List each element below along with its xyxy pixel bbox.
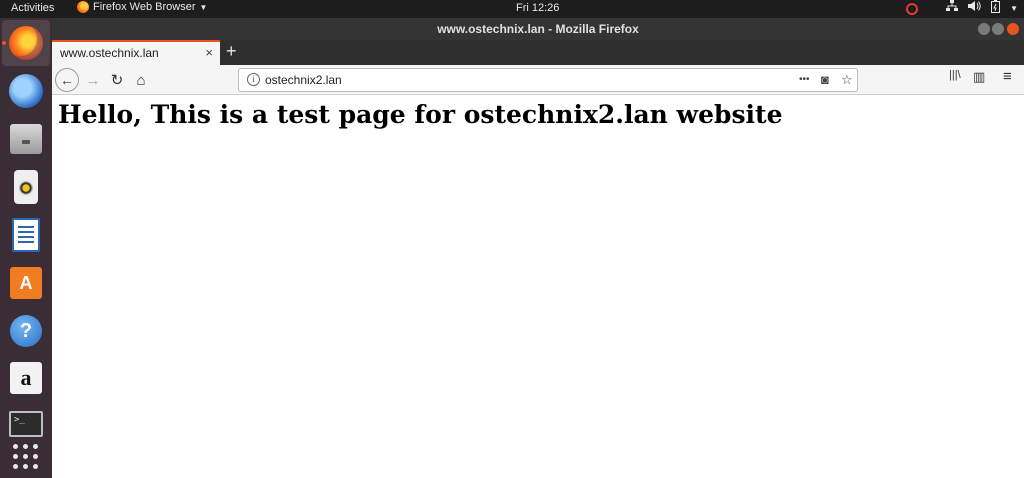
writer-icon [12, 218, 40, 252]
app-menu-label: Firefox Web Browser [93, 1, 196, 13]
help-icon: ? [10, 315, 42, 347]
back-button[interactable]: ← [55, 68, 79, 92]
chevron-down-icon: ▼ [199, 2, 208, 12]
new-tab-button[interactable]: + [226, 41, 237, 61]
amazon-icon: a [10, 362, 42, 394]
clock[interactable]: Fri 12:26 [516, 2, 559, 14]
dock-help[interactable]: ? [2, 308, 50, 354]
bookmark-star-icon[interactable]: ☆ [841, 72, 853, 88]
dock-software[interactable]: A [2, 260, 50, 306]
library-icon[interactable]: |||\ [949, 69, 961, 81]
app-menu[interactable]: Firefox Web Browser ▼ [77, 1, 207, 13]
dock-amazon[interactable]: a [2, 355, 50, 401]
nav-toolbar: ← → ↻ ⌂ i ostechnix2.lan ••• ◙ ☆ |||\ ▥ … [52, 65, 1024, 95]
close-icon[interactable]: × [205, 45, 213, 60]
system-tray[interactable]: ▼ [906, 0, 1018, 19]
show-applications-button[interactable] [2, 434, 50, 478]
maximize-button[interactable] [992, 23, 1004, 35]
page-content: Hello, This is a test page for ostechnix… [52, 96, 1024, 478]
page-actions-icon[interactable]: ••• [799, 74, 810, 85]
running-indicator [2, 41, 6, 45]
volume-icon [968, 0, 981, 18]
window-titlebar[interactable]: www.ostechnix.lan - Mozilla Firefox [52, 18, 1024, 40]
firefox-icon [77, 1, 89, 13]
software-store-icon: A [10, 267, 42, 299]
firefox-icon [9, 26, 43, 60]
dock-rhythmbox[interactable] [2, 164, 50, 210]
minimize-button[interactable] [978, 23, 990, 35]
reload-button[interactable]: ↻ [106, 68, 128, 92]
tab-active[interactable]: www.ostechnix.lan × [52, 40, 220, 65]
dock-writer[interactable] [2, 212, 50, 258]
site-info-icon[interactable]: i [247, 73, 260, 86]
dock: A ? a >_ [0, 18, 52, 478]
dock-firefox[interactable] [2, 20, 50, 66]
home-button[interactable]: ⌂ [130, 68, 152, 92]
app-grid-icon [13, 444, 39, 470]
network-icon [946, 0, 959, 18]
menu-arrow-icon: ▼ [1010, 4, 1018, 13]
top-bar: Activities Firefox Web Browser ▼ Fri 12:… [0, 0, 1024, 18]
hamburger-menu-icon[interactable]: ≡ [1003, 68, 1012, 85]
pocket-icon[interactable]: ◙ [821, 72, 829, 87]
page-heading: Hello, This is a test page for ostechnix… [58, 100, 783, 129]
activities-button[interactable]: Activities [11, 2, 54, 14]
record-icon[interactable] [906, 3, 919, 15]
dock-thunderbird[interactable] [2, 68, 50, 114]
forward-button[interactable]: → [82, 68, 104, 92]
rhythmbox-icon [14, 170, 38, 204]
close-window-button[interactable] [1007, 23, 1019, 35]
dock-files[interactable] [2, 116, 50, 162]
window-title: www.ostechnix.lan - Mozilla Firefox [437, 22, 639, 36]
tab-title: www.ostechnix.lan [60, 46, 159, 60]
tab-strip: www.ostechnix.lan × + [52, 40, 1024, 65]
url-text[interactable]: ostechnix2.lan [265, 73, 342, 87]
sidebar-icon[interactable]: ▥ [973, 69, 985, 85]
files-icon [10, 124, 42, 154]
thunderbird-icon [9, 74, 43, 108]
battery-icon [991, 0, 1001, 19]
url-bar[interactable]: i ostechnix2.lan ••• ◙ ☆ [238, 68, 858, 92]
